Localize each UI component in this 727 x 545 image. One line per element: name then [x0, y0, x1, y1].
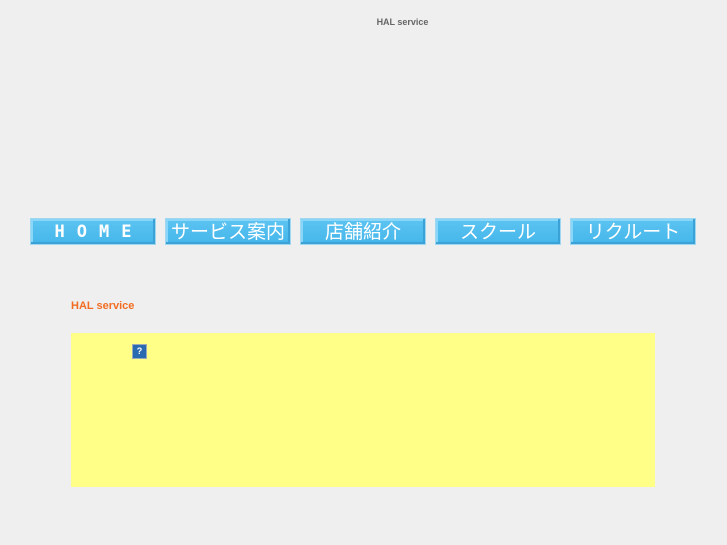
nav-services-button[interactable]: サービス案内	[165, 218, 291, 245]
content-panel: ?	[71, 333, 655, 487]
broken-image-icon: ?	[132, 344, 147, 359]
nav-school-button[interactable]: スクール	[435, 218, 561, 245]
nav-home-button[interactable]: HOME	[30, 218, 156, 245]
nav-recruit-button[interactable]: リクルート	[570, 218, 696, 245]
site-title: HAL service	[376, 17, 429, 27]
section-title: HAL service	[71, 300, 135, 312]
nav-stores-button[interactable]: 店舗紹介	[300, 218, 426, 245]
